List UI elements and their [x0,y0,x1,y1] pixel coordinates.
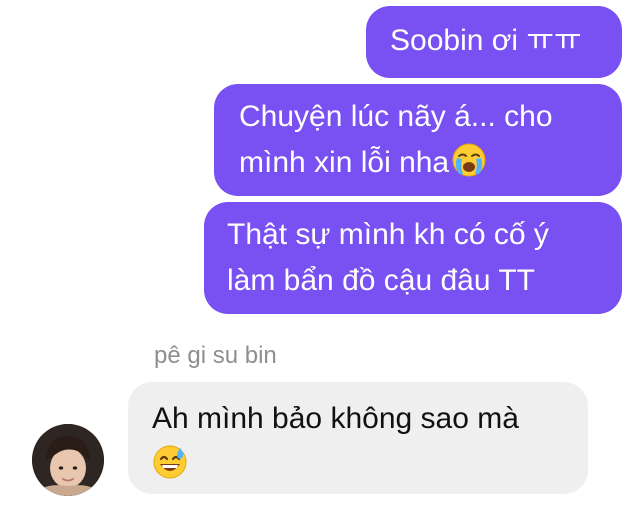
message-text: mình xin lỗi nha [239,146,450,179]
outgoing-message-bubble[interactable]: Chuyện lúc nãy á... cho mình xin lỗi nha [214,84,622,196]
message-text: làm bẩn đồ cậu đâu TT [227,264,535,297]
outgoing-message-bubble[interactable]: Thật sự mình kh có cố ý làm bẩn đồ cậu đ… [204,202,622,314]
message-text: Thật sự mình kh có cố ý [227,218,549,251]
message-text: Soobin ơi ㅠㅠ [390,24,582,57]
chat-thread: Soobin ơi ㅠㅠ Chuyện lúc nãy á... cho mìn… [0,0,640,516]
outgoing-message-bubble[interactable]: Soobin ơi ㅠㅠ [366,6,622,78]
sender-name: pê gi su bin [154,342,277,369]
avatar-photo [32,424,104,496]
avatar[interactable] [32,424,104,496]
grinning-face-with-sweat-emoji-icon [153,445,187,479]
loudly-crying-face-emoji-icon [452,143,486,177]
incoming-message-bubble[interactable]: Ah mình bảo không sao mà [128,382,588,494]
message-text: Ah mình bảo không sao mà [152,402,519,435]
message-text: Chuyện lúc nãy á... cho [239,100,553,133]
